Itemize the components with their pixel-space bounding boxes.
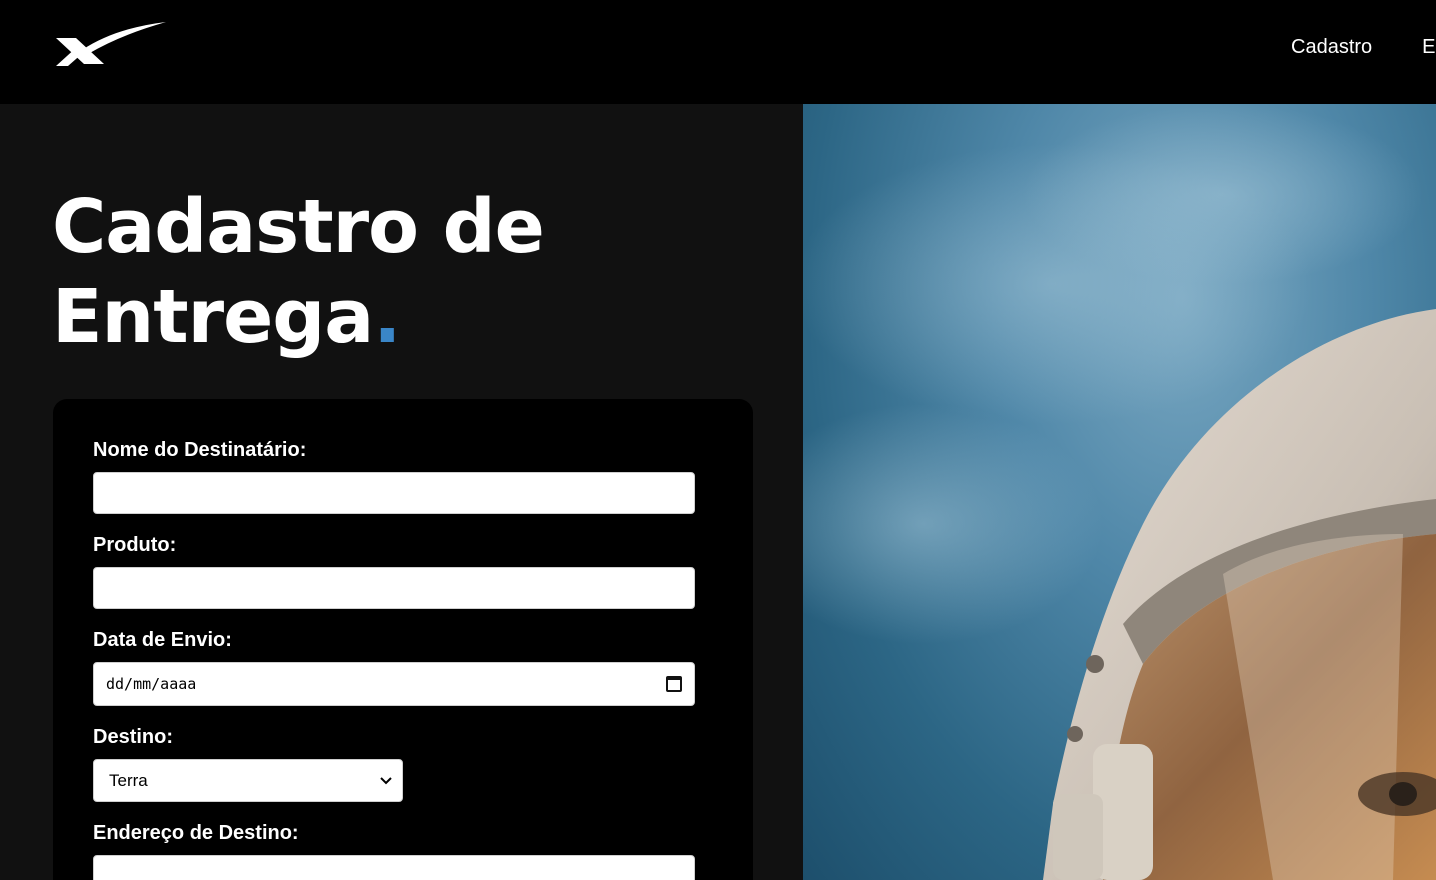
destination-label: Destino: bbox=[93, 726, 173, 748]
form-panel: Cadastro de Entrega. Nome do Destinatári… bbox=[0, 104, 803, 880]
title-accent-dot: . bbox=[373, 274, 401, 360]
product-label: Produto: bbox=[93, 534, 177, 556]
page-title-line2: Entrega bbox=[52, 274, 374, 360]
ship-date-input[interactable]: dd/mm/aaaa bbox=[93, 662, 695, 706]
astronaut-helmet-illustration bbox=[803, 104, 1436, 880]
calendar-icon[interactable] bbox=[666, 676, 682, 692]
astronaut-image bbox=[803, 104, 1436, 880]
page-title: Cadastro de Entrega. bbox=[52, 182, 545, 362]
page-title-line1: Cadastro de bbox=[52, 184, 545, 270]
address-label: Endereço de Destino: bbox=[93, 822, 299, 844]
destination-selected-value: Terra bbox=[109, 770, 148, 790]
destination-select[interactable]: Terra bbox=[93, 759, 403, 802]
date-placeholder: dd/mm/aaaa bbox=[106, 675, 197, 693]
nav-link-second[interactable]: E bbox=[1422, 36, 1435, 58]
ship-date-label: Data de Envio: bbox=[93, 629, 232, 651]
recipient-label: Nome do Destinatário: bbox=[93, 439, 307, 461]
x-logo-icon[interactable] bbox=[54, 20, 168, 70]
delivery-form: Nome do Destinatário: Produto: Data de E… bbox=[53, 399, 753, 880]
main-nav: Cadastro E bbox=[1291, 36, 1436, 58]
top-navbar: Cadastro E bbox=[0, 0, 1436, 104]
nav-link-cadastro[interactable]: Cadastro bbox=[1291, 36, 1372, 58]
product-input[interactable] bbox=[93, 567, 695, 609]
destination-address-input[interactable] bbox=[93, 855, 695, 880]
chevron-down-icon bbox=[380, 776, 392, 784]
recipient-name-input[interactable] bbox=[93, 472, 695, 514]
